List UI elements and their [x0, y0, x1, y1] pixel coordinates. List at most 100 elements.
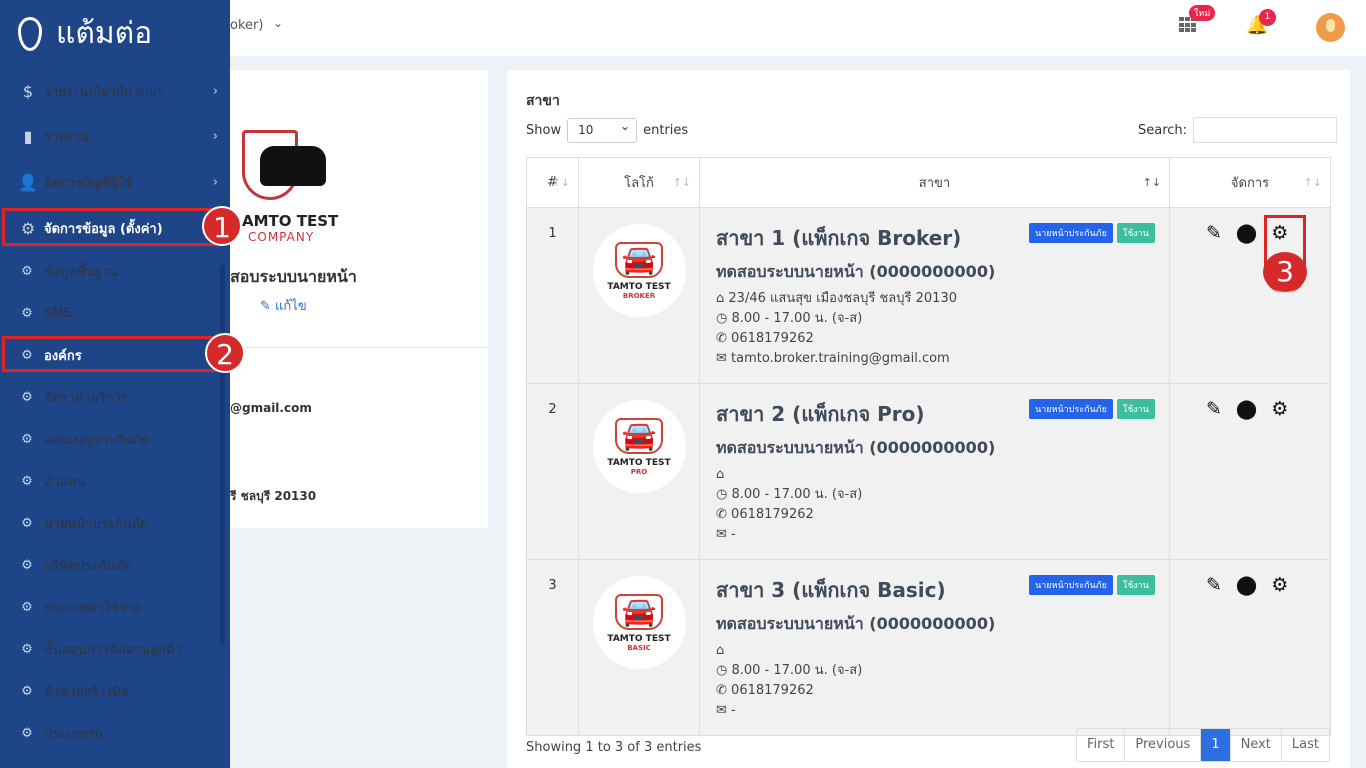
sidebar-subitem-6[interactable]: ⚙ นายหน้าประกันภัย [0, 512, 230, 534]
car-icon: 🚘 [614, 593, 664, 630]
org-selector[interactable]: oker) [230, 18, 263, 33]
map-marker-icon[interactable]: ⬤ [1236, 574, 1257, 596]
logo-text: COMPANY [248, 230, 315, 244]
page-1[interactable]: 1 [1201, 729, 1231, 761]
chevron-right-icon: › [212, 174, 218, 190]
gear-icon: ⚙ [21, 263, 33, 279]
gear-icon: ⚙ [21, 305, 33, 321]
highlight-box-2 [2, 336, 220, 372]
search-input[interactable] [1193, 117, 1338, 143]
sort-icon: ↑↓ [1303, 176, 1322, 189]
gear-icon: ⚙ [21, 515, 33, 531]
type-badge: นายหน้าประกันภัย [1029, 223, 1113, 243]
gear-icon: ⚙ [21, 641, 33, 657]
sidebar-subitem-4[interactable]: ⚙ แคมเปญประกันภัย [0, 428, 230, 450]
branch-email: - [731, 703, 736, 718]
table-row: 3 🚘 TAMTO TEST BASIC นายหน้าประกันภัย ใช้งา… [526, 559, 1331, 736]
page-next[interactable]: Next [1231, 729, 1282, 761]
page-last[interactable]: Last [1282, 729, 1329, 761]
map-marker-icon[interactable]: ⬤ [1236, 398, 1257, 420]
row-number: 1 [526, 207, 579, 384]
map-marker-icon[interactable]: ⬤ [1236, 222, 1257, 244]
sidebar-subitem-1[interactable]: ⚙ SMS [0, 302, 230, 324]
edit-pencil-icon[interactable]: ✎ [1206, 574, 1222, 596]
sidebar-subitem-label: นายหน้าประกันภัย [44, 516, 148, 532]
sidebar-item-0[interactable]: $ รายงานเกี่ยวกับ คปภ. › [0, 80, 230, 102]
sidebar-subitem-3[interactable]: ⚙ อัตราค่าบริการ [0, 386, 230, 408]
type-badge: นายหน้าประกันภัย [1029, 575, 1113, 595]
divider [230, 347, 488, 348]
sort-asc-icon: ↑↓ [1142, 176, 1161, 189]
branch-logo: 🚘 TAMTO TEST PRO [592, 400, 686, 493]
search-label: Search: [1138, 122, 1188, 138]
settings-gear-icon[interactable]: ⚙ [1271, 574, 1288, 596]
edit-pencil-icon[interactable]: ✎ [1206, 398, 1222, 420]
logo-text: TAMTO TEST [607, 281, 671, 292]
chevron-down-icon[interactable]: ⌄ [273, 16, 283, 30]
branch-logo: 🚘 TAMTO TEST BASIC [592, 576, 686, 669]
sidebar-item-label: จัดการบัญชีผู้ใช้ [44, 175, 134, 191]
branch-hours: 8.00 - 17.00 น. (จ-ส) [731, 311, 863, 326]
logo-subtext: BASIC [627, 643, 651, 652]
sidebar-subitem-10[interactable]: ⚙ ตัวช่วยสร้างบิล [0, 680, 230, 702]
bar-chart-icon: ▮ [23, 126, 33, 146]
avatar[interactable] [1316, 13, 1345, 42]
branch-company: ทดสอบระบบนายหน้า (0000000000) [716, 262, 996, 281]
sidebar-item-1[interactable]: ▮ รายงาน › [0, 125, 230, 147]
home-icon: ⌂ [716, 291, 725, 306]
sidebar-subitem-label: บริษัทประกันภัย [44, 558, 132, 574]
edit-link[interactable]: ✎ แก้ไข [260, 295, 307, 316]
branch-email: tamto.broker.training@gmail.com [731, 351, 950, 366]
sidebar-subitem-label: อัตราค่าบริการ [44, 390, 128, 406]
column-header-logo[interactable]: โลโก้ ↑↓ [578, 157, 700, 208]
logo-text: TAMTO TEST [607, 633, 671, 644]
chevron-right-icon: › [212, 128, 218, 144]
show-label: Show [526, 123, 562, 138]
app-name: แต้มต่อ [56, 16, 153, 51]
sort-icon: ↑↓ [672, 176, 691, 189]
branch-phone: 0618179262 [731, 507, 814, 522]
step-badge-1: 1 [202, 206, 242, 246]
gear-icon: ⚙ [21, 599, 33, 615]
pagination: First Previous 1 Next Last [1076, 728, 1330, 762]
company-logo [240, 128, 328, 208]
sidebar-item-2[interactable]: 👤 จัดการบัญชีผู้ใช้ › [0, 171, 230, 193]
app-logo[interactable]: แต้มต่อ [18, 10, 152, 57]
status-badge: ใช้งาน [1116, 399, 1155, 419]
page-first[interactable]: First [1077, 729, 1126, 761]
highlight-box-1 [2, 208, 220, 246]
logo-subtext: PRO [630, 467, 648, 476]
envelope-icon: ✉ [716, 527, 727, 542]
column-header-manage[interactable]: จัดการ ↑↓ [1169, 157, 1331, 208]
car-icon: 🚘 [614, 417, 664, 454]
column-header-branch[interactable]: สาขา ↑↓ [699, 157, 1170, 208]
sidebar-subitem-label: ประเภทรถ [44, 726, 103, 742]
row-number: 2 [526, 383, 579, 560]
sidebar-subitem-0[interactable]: ⚙ ข้อมูลพื้นฐาน [0, 260, 230, 282]
gear-icon: ⚙ [21, 683, 33, 699]
page-previous[interactable]: Previous [1125, 729, 1202, 761]
envelope-icon: ✉ [716, 703, 727, 718]
sidebar-subitem-9[interactable]: ⚙ ขั้นตอนการติดตามลูกค้า [0, 638, 230, 660]
sidebar-subitem-label: ตัวช่วยสร้างบิล [44, 684, 129, 700]
map-pin-icon [18, 16, 42, 51]
home-icon: ⌂ [716, 467, 725, 482]
step-badge-2: 2 [205, 333, 245, 373]
sidebar-subitem-7[interactable]: ⚙ บริษัทประกันภัย [0, 554, 230, 576]
sidebar-subitem-11[interactable]: ⚙ ประเภทรถ [0, 722, 230, 744]
sidebar-subitem-label: ขั้นตอนการติดตามลูกค้า [44, 642, 183, 658]
sidebar-item-label: รายงานเกี่ยวกับ คปภ. [44, 84, 166, 100]
entries-length: Show 10 entries [526, 118, 688, 143]
sidebar-subitem-8[interactable]: ⚙ ประเภทค่าใช้จ่าย [0, 596, 230, 618]
column-header-number[interactable]: # ↑↓ [526, 157, 579, 208]
sidebar-subitem-5[interactable]: ⚙ ตัวแทน [0, 470, 230, 492]
settings-gear-icon[interactable]: ⚙ [1271, 398, 1288, 420]
edit-pencil-icon[interactable]: ✎ [1206, 222, 1222, 244]
branch-company: ทดสอบระบบนายหน้า (0000000000) [716, 614, 996, 633]
user-plus-icon: 👤 [18, 172, 38, 192]
home-icon: ⌂ [716, 643, 725, 658]
entries-select[interactable]: 10 [567, 118, 638, 143]
gear-icon: ⚙ [21, 389, 33, 405]
table-row: 2 🚘 TAMTO TEST PRO นายหน้าประกันภัย ใช้งาน … [526, 383, 1331, 560]
car-icon: 🚘 [614, 241, 664, 278]
